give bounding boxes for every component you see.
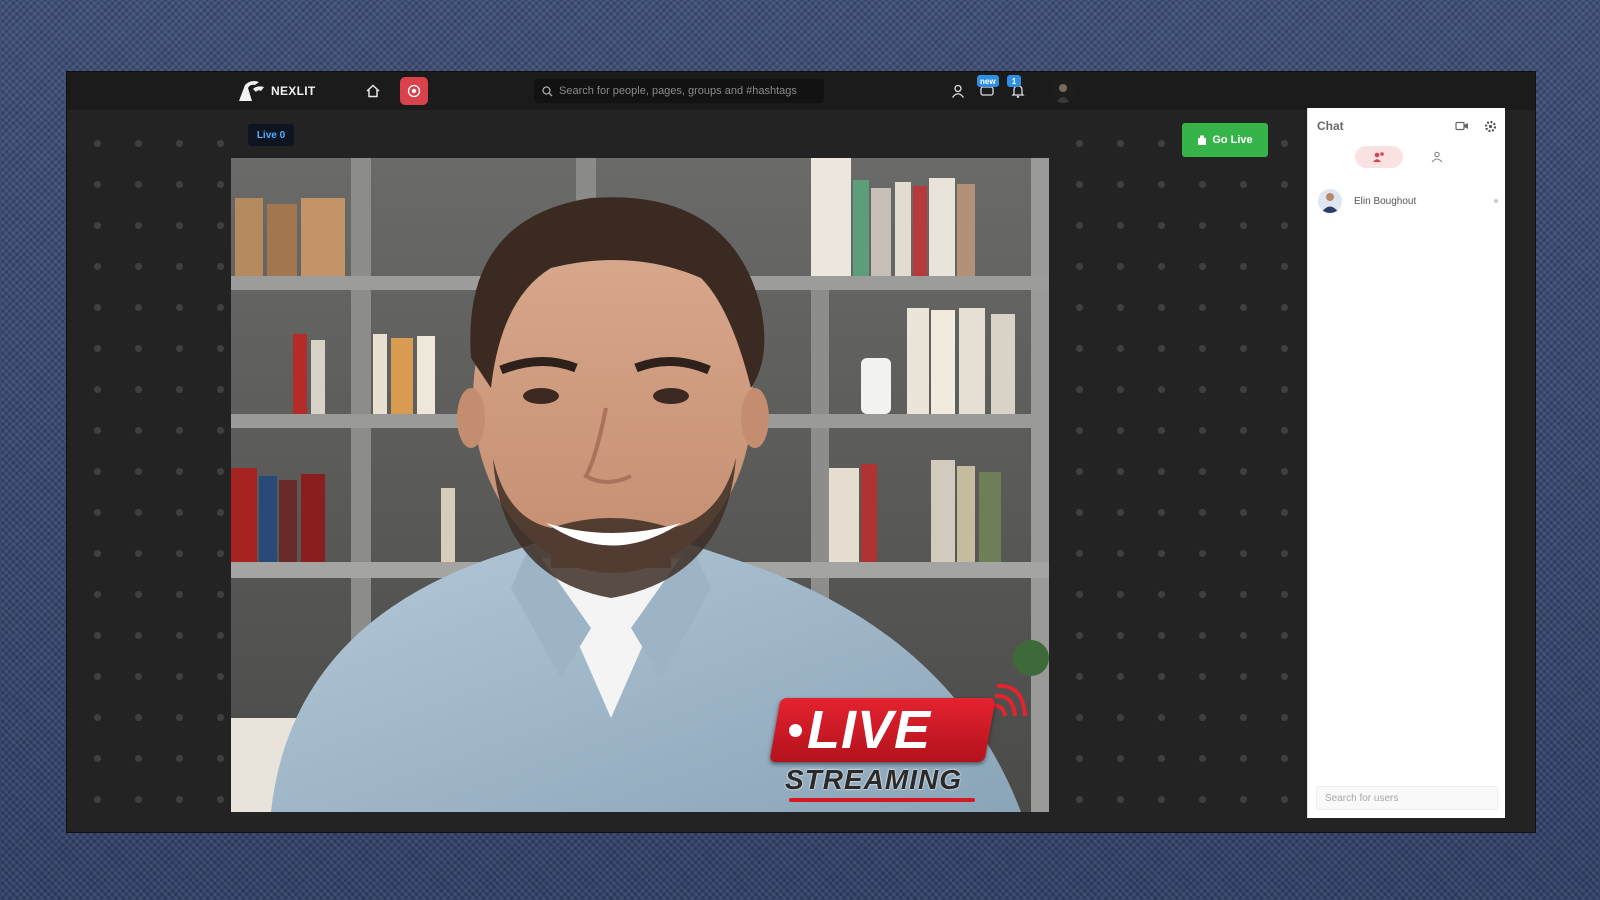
- background-pattern-left: [67, 72, 231, 832]
- broadcast-icon: [1198, 135, 1207, 145]
- notifications-button[interactable]: 1: [1007, 75, 1029, 102]
- chat-user-name: Elin Boughout: [1354, 195, 1417, 207]
- chat-video-button[interactable]: [1454, 118, 1470, 134]
- avatar-image: [1318, 189, 1342, 213]
- logo[interactable]: NEXLIT: [237, 78, 315, 104]
- chat-title: Chat: [1317, 119, 1344, 133]
- go-live-label: Go Live: [1212, 134, 1253, 146]
- status-dot: [1494, 199, 1498, 203]
- live-text: LIVE: [807, 700, 932, 760]
- top-navbar: NEXLIT new: [67, 72, 1535, 110]
- profile-button[interactable]: [947, 80, 969, 102]
- logo-text: NEXLIT: [271, 84, 316, 98]
- live-button[interactable]: [400, 77, 428, 105]
- avatar-image: [1051, 79, 1075, 103]
- live-broadcast-icon: [407, 84, 421, 98]
- streaming-text: STREAMING: [785, 764, 962, 795]
- home-button[interactable]: [359, 77, 387, 105]
- group-icon: [1431, 151, 1443, 163]
- signal-waves-icon: [992, 683, 1027, 717]
- chat-search-input[interactable]: [1316, 786, 1498, 810]
- live-dot: [789, 724, 802, 737]
- user-icon: [951, 84, 965, 98]
- chat-user-item[interactable]: Elin Boughout: [1314, 186, 1500, 216]
- search-icon: [542, 85, 553, 96]
- chat-settings-button[interactable]: [1482, 118, 1498, 134]
- gear-icon: [1484, 120, 1496, 132]
- app-window: NEXLIT new: [67, 72, 1535, 832]
- notifications-badge: 1: [1007, 75, 1021, 87]
- video-camera-icon: [1455, 121, 1468, 131]
- search-bar[interactable]: [534, 79, 824, 103]
- users-icon: [1373, 152, 1384, 162]
- chat-panel: Chat Elin Boughout Search for users: [1307, 108, 1505, 818]
- go-live-button[interactable]: Go Live: [1182, 123, 1268, 157]
- search-input[interactable]: [559, 85, 809, 97]
- home-icon: [366, 84, 380, 98]
- live-streaming-overlay: LIVE STREAMING: [767, 682, 1027, 812]
- background-pattern-right: [1049, 72, 1307, 832]
- messages-badge: new: [977, 75, 999, 87]
- streaming-underline: [789, 798, 975, 802]
- chat-tab-users[interactable]: [1355, 146, 1403, 168]
- chat-tab-groups[interactable]: [1426, 146, 1448, 168]
- messages-button[interactable]: new: [977, 75, 999, 102]
- live-count-tab[interactable]: Live 0: [248, 124, 294, 146]
- logo-mark-icon: [239, 81, 264, 101]
- live-video-player[interactable]: LIVE STREAMING: [231, 158, 1049, 812]
- chat-user-avatar: [1318, 189, 1342, 213]
- user-avatar[interactable]: [1051, 79, 1075, 103]
